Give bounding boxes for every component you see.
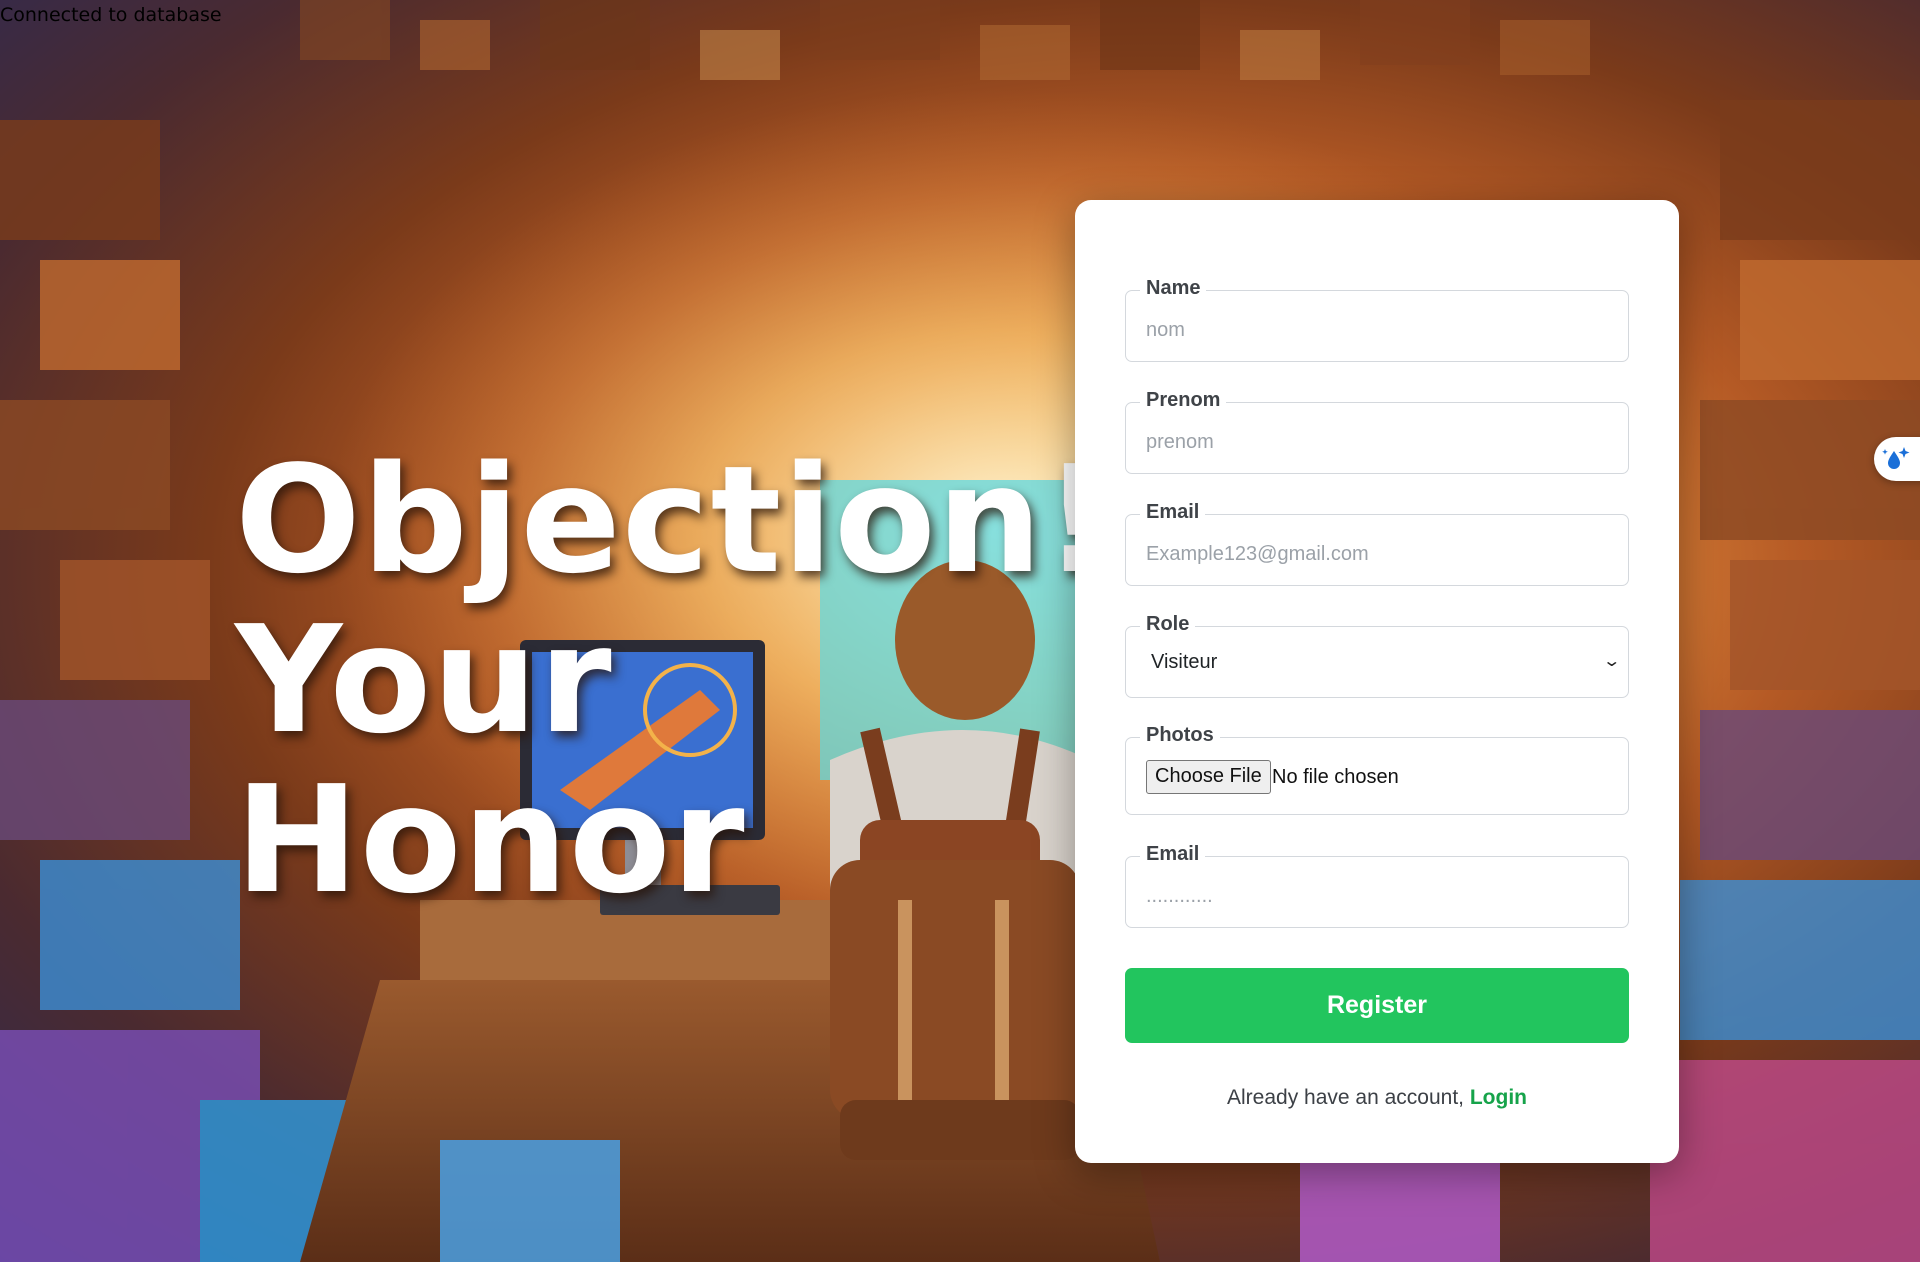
sparkle-drop-icon — [1882, 447, 1910, 469]
choose-file-button[interactable]: Choose File — [1146, 760, 1271, 794]
login-prompt-row: Already have an account, Login — [1075, 1086, 1679, 1110]
email-input[interactable] — [1146, 539, 1606, 569]
email-field: Email — [1125, 501, 1629, 586]
db-connection-status: Connected to database — [0, 4, 222, 26]
prenom-input[interactable] — [1146, 427, 1606, 457]
chevron-down-icon: ⌄ — [1601, 651, 1621, 670]
page-root: Connected to database Objection! Your Ho… — [0, 0, 1920, 1262]
email-label: Email — [1140, 501, 1206, 524]
register-card: Name Prenom Email Role Visiteur ⌄ Photos… — [1075, 200, 1679, 1163]
prenom-field: Prenom — [1125, 389, 1629, 474]
name-input[interactable] — [1146, 315, 1606, 345]
password-input[interactable] — [1146, 881, 1606, 911]
name-label: Name — [1140, 277, 1207, 300]
hero-line-1: Objection! — [235, 434, 1112, 606]
hero-heading: Objection! Your Honor — [235, 440, 1112, 920]
register-button[interactable]: Register — [1125, 968, 1629, 1043]
hero-line-2: Your — [235, 594, 613, 766]
file-status-text: No file chosen — [1272, 766, 1399, 788]
role-selected-value: Visiteur — [1151, 651, 1218, 673]
login-prompt-text: Already have an account, — [1227, 1086, 1464, 1109]
name-field: Name — [1125, 277, 1629, 362]
role-label: Role — [1140, 613, 1196, 636]
password-field: Email — [1125, 843, 1629, 928]
password-label: Email — [1140, 843, 1206, 866]
role-select[interactable]: Role Visiteur ⌄ — [1125, 613, 1629, 698]
hero-line-3: Honor — [235, 754, 746, 926]
extension-widget[interactable] — [1874, 437, 1920, 481]
photos-field: Photos Choose File No file chosen — [1125, 724, 1629, 815]
prenom-label: Prenom — [1140, 389, 1227, 412]
login-link[interactable]: Login — [1470, 1086, 1527, 1109]
photos-label: Photos — [1140, 724, 1220, 747]
